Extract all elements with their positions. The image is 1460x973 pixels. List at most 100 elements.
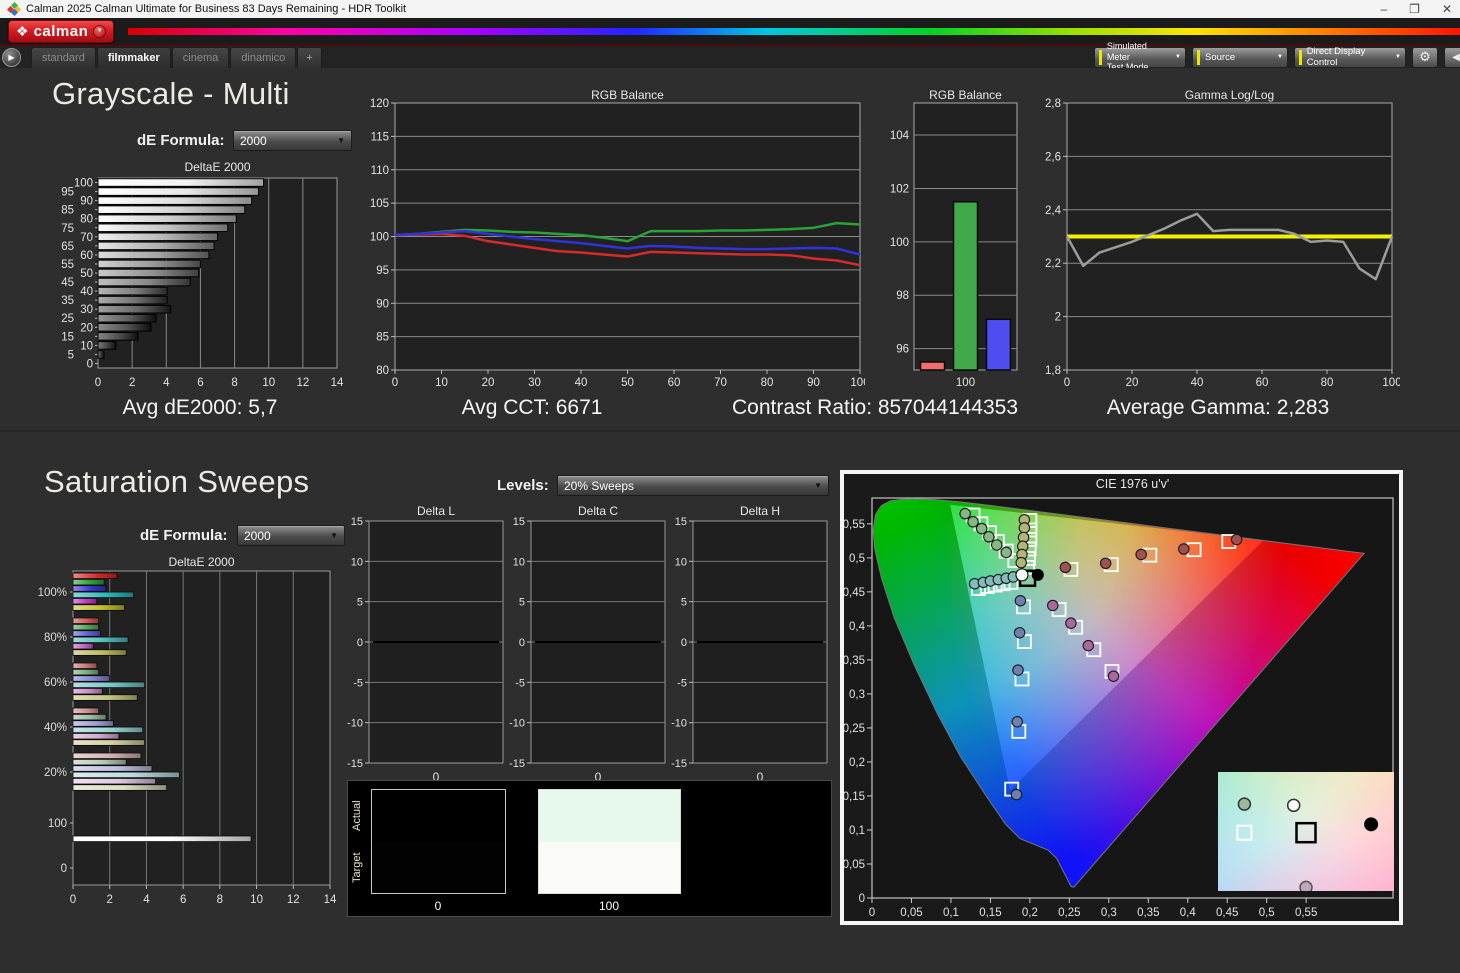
tab-cinema[interactable]: cinema xyxy=(172,47,229,68)
grayscale-section-title: Grayscale - Multi xyxy=(52,76,290,112)
grayscale-bar-10 xyxy=(98,342,116,350)
svg-text:80: 80 xyxy=(761,377,774,389)
svg-text:-10: -10 xyxy=(509,718,525,730)
delta-l-chart: Delta L151050-5-10-150 xyxy=(345,505,510,787)
svg-text:0: 0 xyxy=(859,893,865,905)
swatch-0 xyxy=(371,789,506,894)
chevron-down-icon: ▼ xyxy=(93,25,106,38)
svg-text:0,15: 0,15 xyxy=(844,791,865,803)
grayscale-bar-20 xyxy=(98,323,151,331)
rgb-bar-Red xyxy=(921,362,945,370)
restore-icon[interactable]: ❐ xyxy=(1409,3,1420,15)
svg-text:0,05: 0,05 xyxy=(900,907,922,919)
cie-measured-point xyxy=(1136,549,1146,559)
simulated-meter-dropdown[interactable]: Simulated Meter Test Mode ▼ xyxy=(1094,47,1186,68)
grayscale-bar-80 xyxy=(98,215,236,223)
window-title: Calman 2025 Calman Ultimate for Business… xyxy=(26,3,406,15)
grayscale-bar-45 xyxy=(98,278,190,286)
sat-bar-100%-5 xyxy=(73,605,124,611)
svg-text:2,2: 2,2 xyxy=(1045,258,1061,270)
de-formula-value: 2000 xyxy=(240,134,267,148)
status-stripe xyxy=(1099,50,1102,65)
sat-bar-40%-3 xyxy=(73,727,143,733)
svg-text:30: 30 xyxy=(80,304,93,316)
sat-bar-100%-1 xyxy=(73,579,104,585)
tab-standard[interactable]: standard xyxy=(31,47,96,68)
svg-text:104: 104 xyxy=(890,130,910,142)
svg-text:0,3: 0,3 xyxy=(1101,907,1117,919)
rgb-bar-Blue xyxy=(986,319,1010,370)
cie-measured-point xyxy=(1032,569,1043,580)
levels-select[interactable]: 20% Sweeps ▼ xyxy=(557,475,829,496)
settings-button[interactable]: ⚙ xyxy=(1412,47,1438,68)
svg-text:-5: -5 xyxy=(515,677,525,689)
direct-display-label: Direct Display Control xyxy=(1307,46,1389,68)
svg-text:0,25: 0,25 xyxy=(1058,907,1080,919)
svg-text:20%: 20% xyxy=(44,767,67,779)
svg-text:0,5: 0,5 xyxy=(849,553,865,565)
svg-text:0,1: 0,1 xyxy=(943,907,959,919)
cie-measured-point xyxy=(1014,627,1024,637)
direct-display-dropdown[interactable]: Direct Display Control ▼ xyxy=(1294,47,1406,68)
svg-text:70: 70 xyxy=(80,232,93,244)
minimize-icon[interactable]: – xyxy=(1380,3,1387,15)
svg-text:25: 25 xyxy=(61,313,74,325)
swatch-0-target xyxy=(372,842,505,894)
svg-text:6: 6 xyxy=(180,894,186,906)
sat-bar-20%-4 xyxy=(73,778,156,784)
svg-text:75: 75 xyxy=(61,223,74,235)
sat-bar-20%-3 xyxy=(73,772,179,778)
calman-app-icon xyxy=(8,3,20,15)
svg-text:85: 85 xyxy=(376,332,389,344)
svg-text:0,25: 0,25 xyxy=(844,723,865,735)
sidebar-toggle-button[interactable]: ▶ xyxy=(2,48,21,67)
svg-text:15: 15 xyxy=(351,516,363,528)
svg-text:0,05: 0,05 xyxy=(844,859,865,871)
calman-menu-button[interactable]: ❖ calman ▼ xyxy=(8,20,114,43)
sat-bar-60%-0 xyxy=(73,663,97,669)
svg-text:12: 12 xyxy=(296,377,309,389)
svg-text:15: 15 xyxy=(513,516,525,528)
svg-text:2,8: 2,8 xyxy=(1045,98,1061,110)
svg-text:90: 90 xyxy=(807,377,820,389)
status-stripe xyxy=(1197,50,1200,65)
svg-text:80: 80 xyxy=(1321,377,1334,389)
grayscale-bar-60 xyxy=(98,251,209,259)
svg-text:5: 5 xyxy=(519,597,525,609)
source-dropdown[interactable]: Source ▼ xyxy=(1192,47,1288,68)
svg-text:115: 115 xyxy=(371,131,389,143)
de-formula-label: dE Formula: xyxy=(137,132,225,149)
de-formula-select[interactable]: 2000 ▼ xyxy=(233,130,352,151)
collapse-panel-button[interactable]: ◀ xyxy=(1444,47,1460,68)
close-icon[interactable]: ✕ xyxy=(1442,3,1452,15)
svg-text:RGB Balance: RGB Balance xyxy=(591,88,664,102)
cie-measured-point xyxy=(992,540,1002,550)
svg-text:-10: -10 xyxy=(347,718,363,730)
svg-text:0: 0 xyxy=(95,377,101,389)
tab-dinamico[interactable]: dinamico xyxy=(230,47,296,68)
sat-bar-60%-2 xyxy=(73,676,110,682)
actual-row-label: Actual xyxy=(351,791,365,841)
svg-text:5: 5 xyxy=(357,597,363,609)
tab-filmmaker[interactable]: filmmaker xyxy=(97,47,171,68)
svg-text:0: 0 xyxy=(519,637,525,649)
swatch-0-actual xyxy=(372,790,505,842)
svg-text:0: 0 xyxy=(1064,377,1070,389)
svg-text:100: 100 xyxy=(48,818,67,830)
svg-text:0: 0 xyxy=(70,894,76,906)
status-stripe xyxy=(1299,50,1302,65)
svg-text:0,45: 0,45 xyxy=(1216,907,1238,919)
sat-de-formula-select[interactable]: 2000 ▼ xyxy=(237,525,345,546)
cie-measured-point xyxy=(1001,547,1011,557)
grayscale-bar-85 xyxy=(98,206,245,214)
svg-text:-5: -5 xyxy=(353,677,363,689)
svg-text:0,35: 0,35 xyxy=(1137,907,1159,919)
chevron-down-icon: ▼ xyxy=(337,136,345,145)
add-tab-button[interactable]: + xyxy=(297,47,321,68)
rgb-bar-Green xyxy=(954,202,978,370)
svg-text:100: 100 xyxy=(74,178,93,190)
svg-text:80%: 80% xyxy=(44,632,67,644)
svg-text:80: 80 xyxy=(80,214,93,226)
svg-text:0: 0 xyxy=(392,377,398,389)
cie-measured-point xyxy=(1016,569,1028,581)
